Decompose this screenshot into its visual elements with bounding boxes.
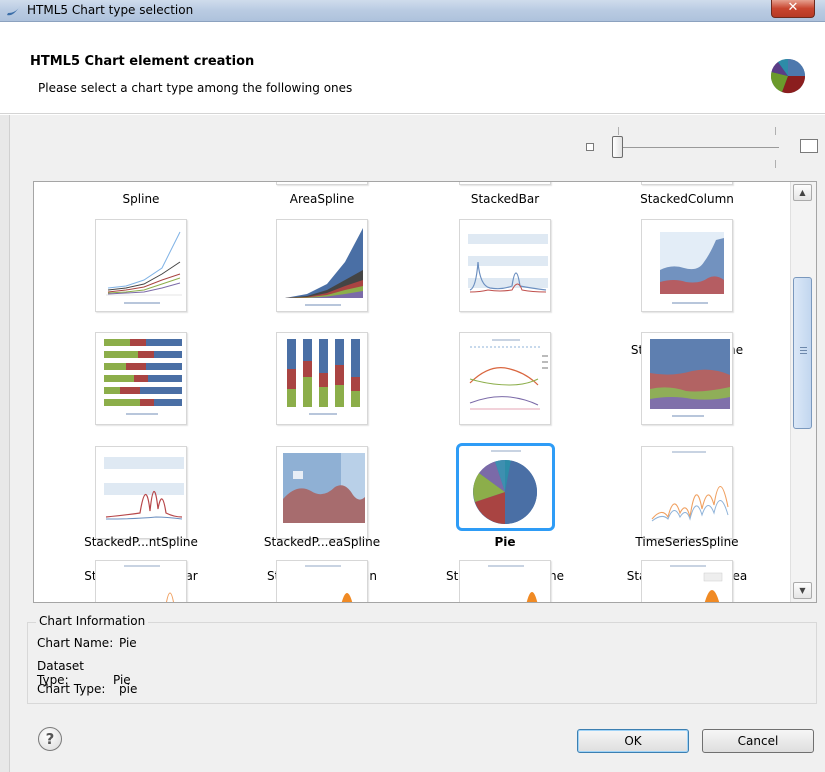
chart-thumbnail bbox=[641, 560, 733, 602]
scrollbar-grip bbox=[800, 350, 807, 351]
zoom-tick bbox=[618, 127, 619, 135]
chart-name-value: Pie bbox=[119, 636, 137, 650]
help-icon[interactable]: ? bbox=[38, 727, 62, 751]
eclipse-app-icon bbox=[7, 6, 20, 16]
chart-thumbnail bbox=[459, 219, 551, 312]
chart-thumbnail-selected bbox=[456, 443, 555, 531]
scroll-down-button[interactable]: ▼ bbox=[793, 582, 812, 599]
zoom-small-icon bbox=[586, 143, 594, 151]
dialog-header: HTML5 Chart element creation Please sele… bbox=[0, 22, 825, 114]
chart-thumbnail bbox=[641, 219, 733, 312]
chart-thumbnail bbox=[95, 560, 187, 602]
chart-thumbnail bbox=[641, 182, 733, 185]
chart-thumbnail bbox=[95, 332, 187, 425]
left-edge bbox=[0, 115, 10, 772]
cancel-button[interactable]: Cancel bbox=[702, 729, 814, 753]
chart-label: Spline bbox=[122, 192, 160, 206]
chart-thumbnail bbox=[95, 219, 187, 312]
zoom-tick bbox=[775, 160, 776, 168]
chart-label: StackedBar bbox=[470, 192, 540, 206]
zoom-slider-track[interactable] bbox=[613, 147, 779, 148]
chart-thumbnail bbox=[276, 182, 368, 185]
chart-thumbnail bbox=[95, 446, 187, 539]
chart-information-group bbox=[27, 622, 817, 704]
pie-chart-icon bbox=[770, 58, 806, 94]
chart-label: AreaSpline bbox=[289, 192, 355, 206]
scroll-up-button[interactable]: ▲ bbox=[793, 184, 812, 201]
close-button[interactable]: ✕ bbox=[771, 0, 815, 18]
chart-type-row: Chart Type: pie bbox=[37, 682, 137, 696]
chart-label: TimeSeriesSpline bbox=[635, 535, 739, 549]
chart-thumbnail bbox=[459, 560, 551, 602]
dialog-subtitle: Please select a chart type among the fol… bbox=[38, 81, 353, 95]
title-bar[interactable]: HTML5 Chart type selection ✕ bbox=[0, 0, 825, 22]
chart-name-label: Chart Name: bbox=[37, 636, 114, 650]
chart-thumbnail bbox=[641, 446, 733, 539]
window-title: HTML5 Chart type selection bbox=[27, 3, 194, 17]
chart-label: StackedP...eaSpline bbox=[263, 535, 381, 549]
chart-thumbnail bbox=[459, 182, 551, 185]
ok-button[interactable]: OK bbox=[577, 729, 689, 753]
chart-thumbnail bbox=[459, 332, 551, 425]
chart-thumbnail bbox=[276, 332, 368, 425]
zoom-slider-thumb[interactable] bbox=[612, 136, 623, 158]
chart-label: StackedP...ntSpline bbox=[84, 535, 198, 549]
chart-thumbnail bbox=[641, 332, 733, 425]
chart-thumbnail bbox=[276, 560, 368, 602]
dialog-title: HTML5 Chart element creation bbox=[30, 54, 255, 69]
chart-name-row: Chart Name: Pie bbox=[37, 636, 137, 650]
scrollbar-grip bbox=[800, 353, 807, 354]
zoom-large-icon bbox=[800, 139, 818, 153]
scrollbar-grip bbox=[800, 347, 807, 348]
chart-type-label: Chart Type: bbox=[37, 682, 106, 696]
gallery-scrollbar[interactable]: ▲ ▼ bbox=[790, 182, 816, 602]
chart-type-gallery[interactable]: Spline AreaSpline StackedBar StackedColu… bbox=[33, 181, 817, 603]
zoom-tick bbox=[775, 127, 776, 135]
scrollbar-thumb[interactable] bbox=[793, 277, 812, 429]
chart-thumbnail bbox=[276, 446, 368, 539]
chart-type-value: pie bbox=[119, 682, 138, 696]
chart-label-selected: Pie bbox=[494, 535, 516, 549]
chart-label: StackedColumn bbox=[640, 192, 734, 206]
chart-information-legend: Chart Information bbox=[36, 614, 149, 628]
chart-thumbnail bbox=[276, 219, 368, 312]
